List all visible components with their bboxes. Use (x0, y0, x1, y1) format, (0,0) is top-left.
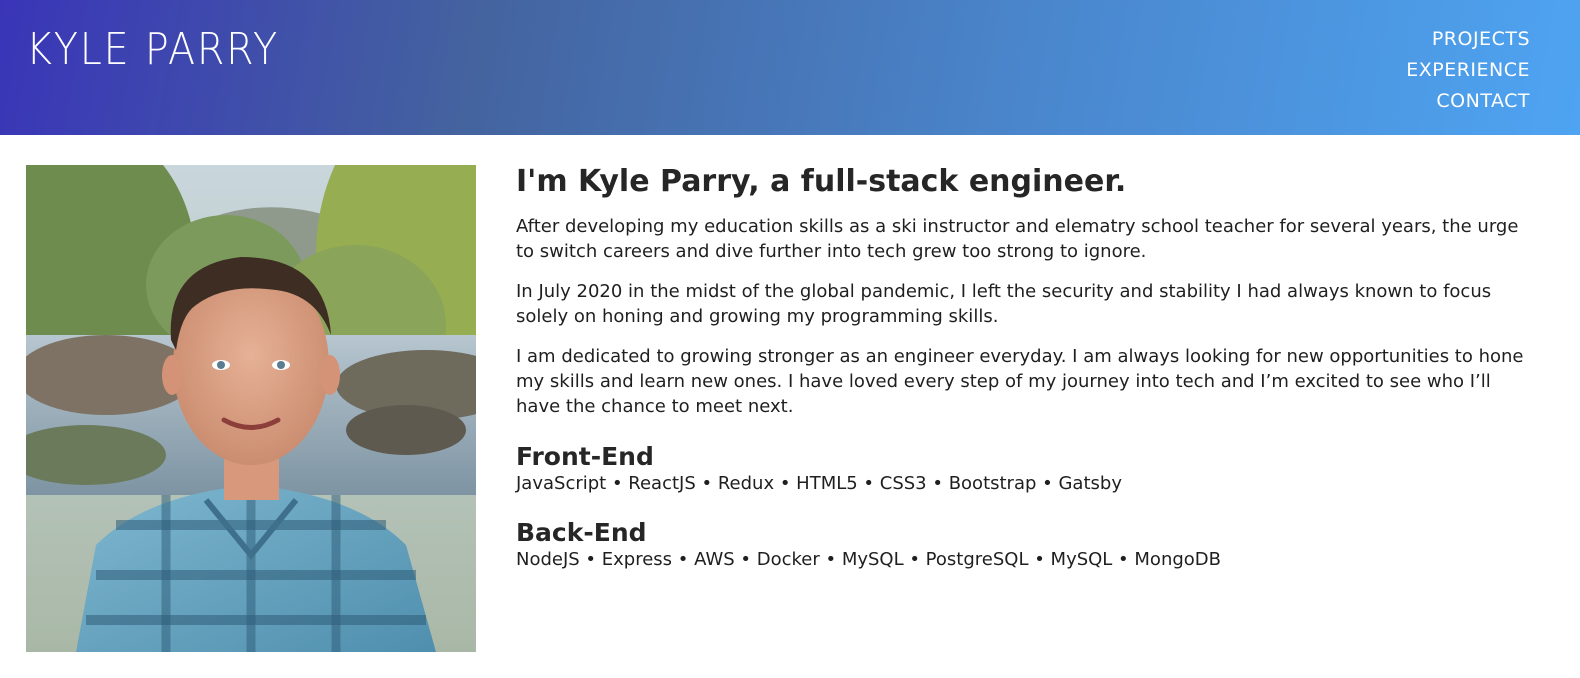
frontend-heading: Front-End (516, 442, 654, 471)
page-title: I'm Kyle Parry, a full-stack engineer. (516, 164, 1127, 199)
site-header: KYLE PARRY PROJECTS EXPERIENCE CONTACT (0, 0, 1580, 135)
bio-paragraph-3: I am dedicated to growing stronger as an… (516, 346, 1524, 417)
bio-paragraph-1: After developing my education skills as … (516, 216, 1519, 262)
site-logo[interactable]: KYLE PARRY (26, 24, 279, 76)
about-section: I'm Kyle Parry, a full-stack engineer. A… (516, 160, 1526, 572)
bio-paragraph-2: In July 2020 in the midst of the global … (516, 281, 1492, 327)
nav-link-experience[interactable]: EXPERIENCE (1406, 55, 1530, 86)
main-nav: PROJECTS EXPERIENCE CONTACT (1406, 24, 1530, 117)
nav-link-projects[interactable]: PROJECTS (1432, 24, 1530, 55)
backend-heading: Back-End (516, 518, 647, 547)
frontend-skills: JavaScript • ReactJS • Redux • HTML5 • C… (516, 473, 1122, 494)
profile-photo (26, 165, 476, 652)
backend-skills: NodeJS • Express • AWS • Docker • MySQL … (516, 549, 1221, 570)
nav-link-contact[interactable]: CONTACT (1436, 86, 1530, 117)
